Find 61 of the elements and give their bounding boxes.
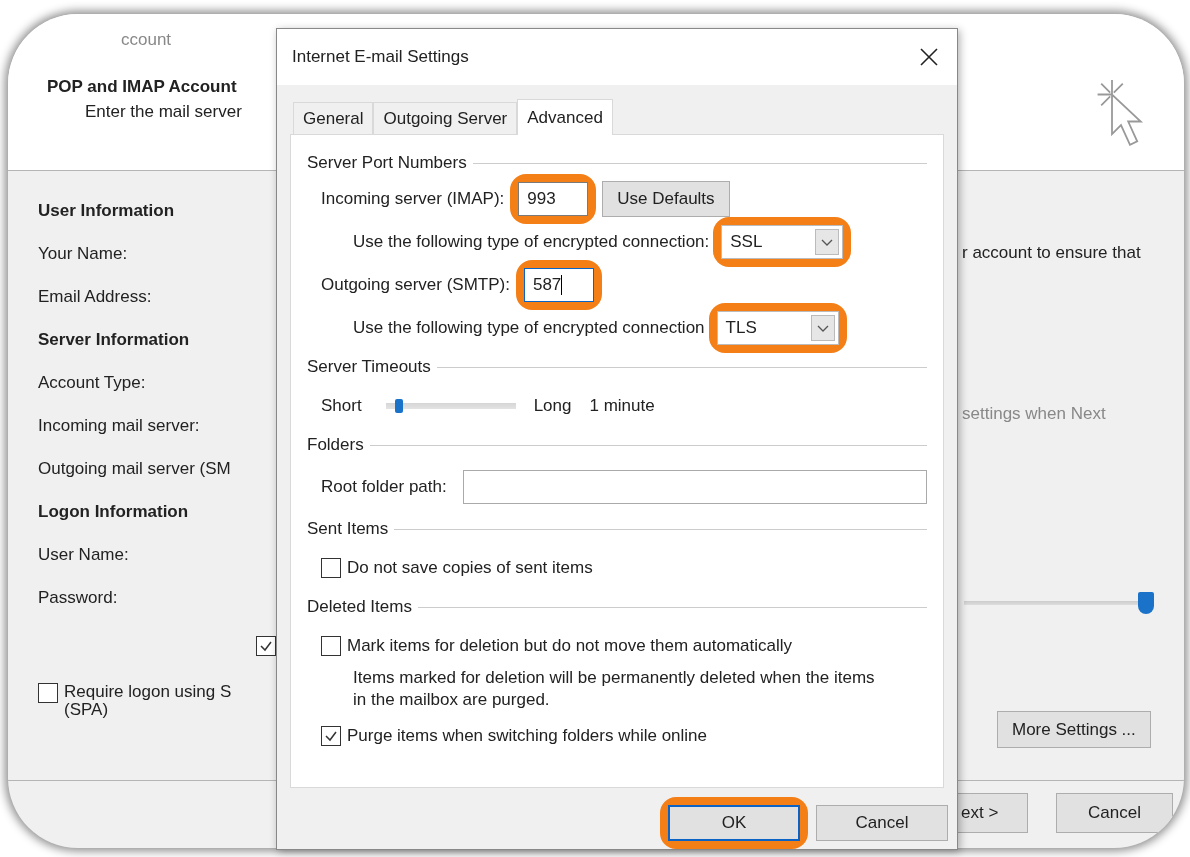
- field-label: Incoming server (IMAP):: [321, 189, 505, 209]
- more-settings-button[interactable]: More Settings ...: [997, 711, 1151, 748]
- field-label: Use the following type of encrypted connection:: [353, 232, 710, 252]
- port-field[interactable]: 587: [523, 268, 594, 302]
- use-defaults-button[interactable]: Use Defaults: [602, 181, 730, 217]
- field-label: Incoming mail server:: [38, 416, 200, 437]
- checkbox[interactable]: [321, 726, 341, 746]
- field-label: Email Address:: [38, 287, 152, 308]
- tab[interactable]: Outgoing Server: [373, 102, 518, 134]
- field-label: Outgoing server (SMTP):: [321, 275, 510, 295]
- slider-thumb[interactable]: [1138, 592, 1154, 614]
- slider-label: Long: [533, 396, 572, 416]
- next-button[interactable]: ext >: [956, 793, 1028, 833]
- group-heading: Server Port Numbers: [307, 153, 467, 173]
- checkbox[interactable]: [38, 683, 58, 703]
- checkbox[interactable]: [321, 558, 341, 578]
- checkbox-label: Mark items for deletion but do not move them automatically: [347, 636, 793, 656]
- tab[interactable]: Advanced: [517, 99, 613, 135]
- description-text: settings when Next: [962, 404, 1106, 424]
- chevron-icon: [810, 315, 835, 341]
- encryption-dropdown[interactable]: SSL: [721, 225, 844, 259]
- checkbox-label: Purge items when switching folders while online: [347, 726, 707, 746]
- field-label: Your Name:: [38, 244, 128, 265]
- timeout-value: 1 minute: [589, 396, 655, 416]
- slider-label: Short: [321, 396, 362, 416]
- cancel-button[interactable]: Cancel: [1056, 793, 1173, 833]
- group-heading: Folders: [307, 435, 364, 455]
- check-icon: [259, 639, 273, 653]
- field-label: Use the following type of encrypted connection: [353, 318, 705, 338]
- checkbox-label: Do not save copies of sent items: [347, 558, 593, 578]
- field-label: Outgoing mail server (SM: [38, 459, 231, 480]
- check-icon: [324, 729, 338, 743]
- field-label: Root folder path:: [321, 477, 447, 497]
- cancel-button[interactable]: Cancel: [816, 805, 948, 841]
- page-heading: POP and IMAP Account: [47, 77, 237, 97]
- tab[interactable]: General: [293, 102, 374, 134]
- group-heading: Deleted Items: [307, 597, 412, 617]
- page-subheading: Enter the mail server: [85, 102, 242, 122]
- section-heading: Logon Information: [38, 502, 189, 523]
- chevron-icon: [815, 229, 840, 255]
- field-label: Password:: [38, 588, 118, 609]
- field-label: User Name:: [38, 545, 129, 566]
- window-title: ccount: [121, 30, 172, 50]
- note-text: Items marked for deletion will be permanently deleted when the items in the mailbox are purged.: [353, 667, 876, 711]
- checkbox[interactable]: [321, 636, 341, 656]
- close-icon[interactable]: [919, 47, 939, 67]
- field-label: Account Type:: [38, 373, 146, 394]
- checkbox-label: (SPA): [64, 701, 110, 719]
- section-heading: User Information: [38, 201, 175, 222]
- root-folder-field[interactable]: [462, 470, 927, 504]
- checkbox[interactable]: [256, 636, 276, 656]
- port-field[interactable]: 993: [518, 182, 589, 216]
- encryption-dropdown[interactable]: TLS: [716, 311, 839, 345]
- dialog-title: Internet E-mail Settings: [292, 47, 469, 67]
- checkbox-label: Require logon using S: [64, 683, 232, 701]
- group-heading: Server Timeouts: [307, 357, 431, 377]
- description-text: r account to ensure that: [962, 243, 1141, 263]
- group-heading: Sent Items: [307, 519, 389, 539]
- section-heading: Server Information: [38, 330, 190, 351]
- slider-thumb[interactable]: [395, 399, 404, 413]
- ok-button[interactable]: OK: [668, 805, 800, 841]
